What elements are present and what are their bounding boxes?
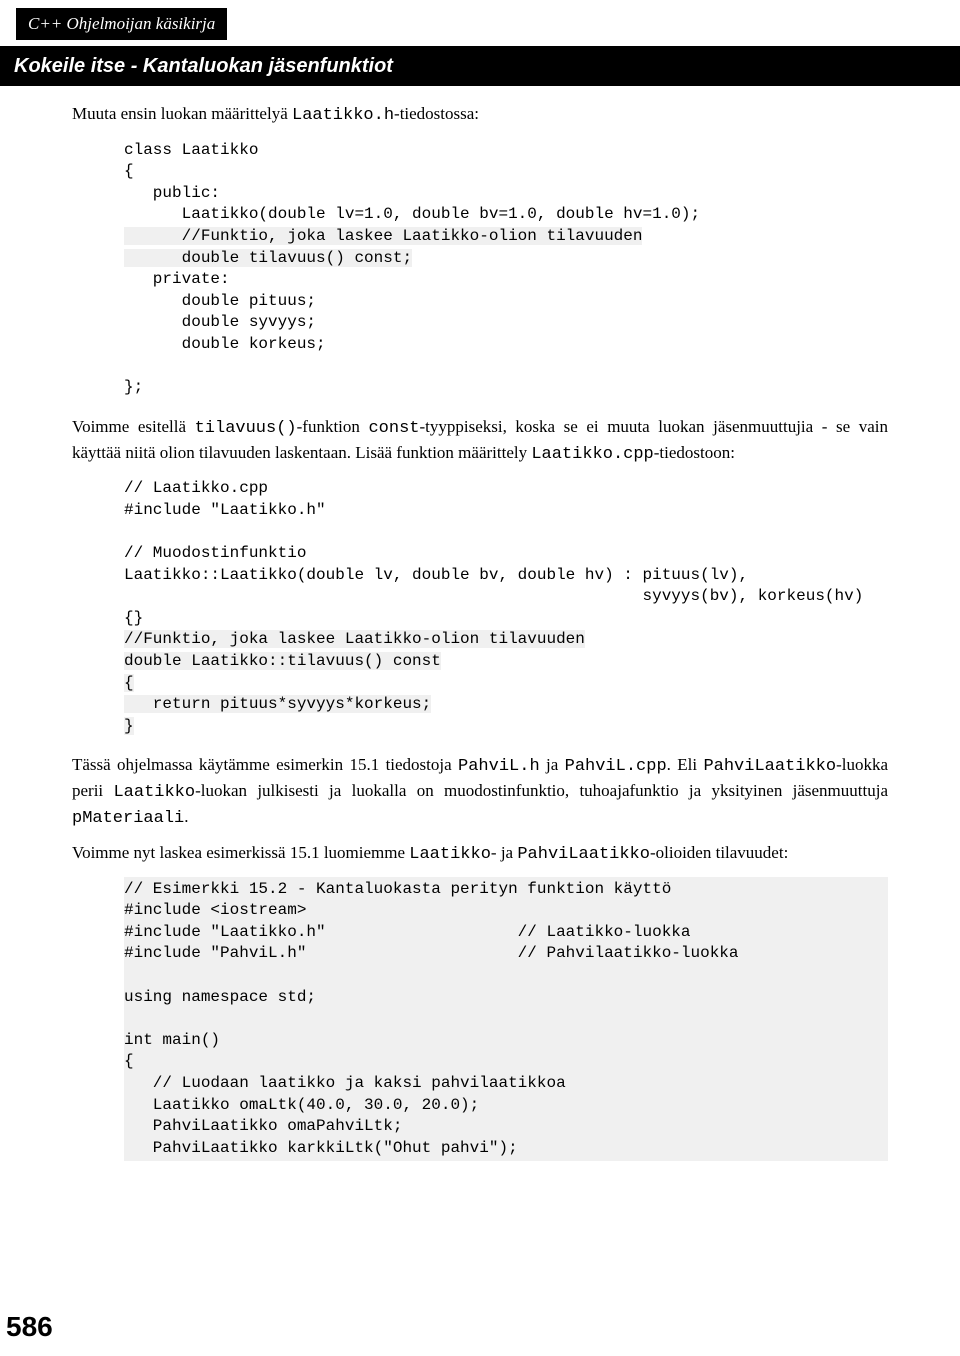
section-title: Kokeile itse - Kantaluokan jäsenfunktiot: [0, 46, 960, 86]
p2-a: Voimme esitellä: [72, 417, 195, 436]
p3-code5: pMateriaali: [72, 809, 184, 828]
code-block-3: // Esimerkki 15.2 - Kantaluokasta perity…: [124, 877, 888, 1162]
code-block-1: class Laatikko { public: Laatikko(double…: [124, 138, 888, 401]
paragraph-4: Voimme nyt laskea esimerkissä 15.1 luomi…: [72, 841, 888, 867]
code-block-2: // Laatikko.cpp #include "Laatikko.h" //…: [124, 476, 888, 739]
p2-b: -funktion: [297, 417, 369, 436]
p2-code1: tilavuus(): [195, 419, 297, 438]
p4-b: - ja: [491, 843, 517, 862]
p4-a: Voimme nyt laskea esimerkissä 15.1 luomi…: [72, 843, 409, 862]
p3-b: ja: [540, 755, 565, 774]
p4-code1: Laatikko: [409, 845, 491, 864]
p3-code1: PahviL.h: [458, 757, 540, 776]
p3-e: -luokan julkisesti ja luokalla on muodos…: [195, 781, 888, 800]
book-title: C++ Ohjelmoijan käsikirja: [16, 8, 227, 40]
paragraph-3: Tässä ohjelmassa käytämme esimerkin 15.1…: [72, 753, 888, 830]
code1-a: class Laatikko { public: Laatikko(double…: [124, 141, 700, 224]
p4-code2: PahviLaatikko: [517, 845, 650, 864]
p3-c: . Eli: [667, 755, 704, 774]
code1-c: private: double pituus; double syvyys; d…: [124, 270, 326, 396]
paragraph-2: Voimme esitellä tilavuus()-funktion cons…: [72, 415, 888, 467]
page-number: 586: [6, 1307, 53, 1346]
code2-b: //Funktio, joka laskee Laatikko-olion ti…: [124, 630, 585, 734]
p3-code4: Laatikko: [113, 783, 195, 802]
p2-code3: Laatikko.cpp: [531, 445, 653, 464]
p3-code2: PahviL.cpp: [565, 757, 667, 776]
p3-code3: PahviLaatikko: [703, 757, 836, 776]
p2-d: -tiedostoon:: [654, 443, 735, 462]
p1-code: Laatikko.h: [292, 106, 394, 125]
code2-a: // Laatikko.cpp #include "Laatikko.h" //…: [124, 479, 863, 627]
p3-f: .: [184, 807, 188, 826]
p1-pre: Muuta ensin luokan määrittelyä: [72, 104, 292, 123]
p3-a: Tässä ohjelmassa käytämme esimerkin 15.1…: [72, 755, 458, 774]
intro-paragraph: Muuta ensin luokan määrittelyä Laatikko.…: [72, 102, 888, 128]
p1-post: -tiedostossa:: [394, 104, 479, 123]
p2-code2: const: [368, 419, 419, 438]
code1-b: //Funktio, joka laskee Laatikko-olion ti…: [124, 227, 642, 267]
p4-c: -olioiden tilavuudet:: [650, 843, 788, 862]
